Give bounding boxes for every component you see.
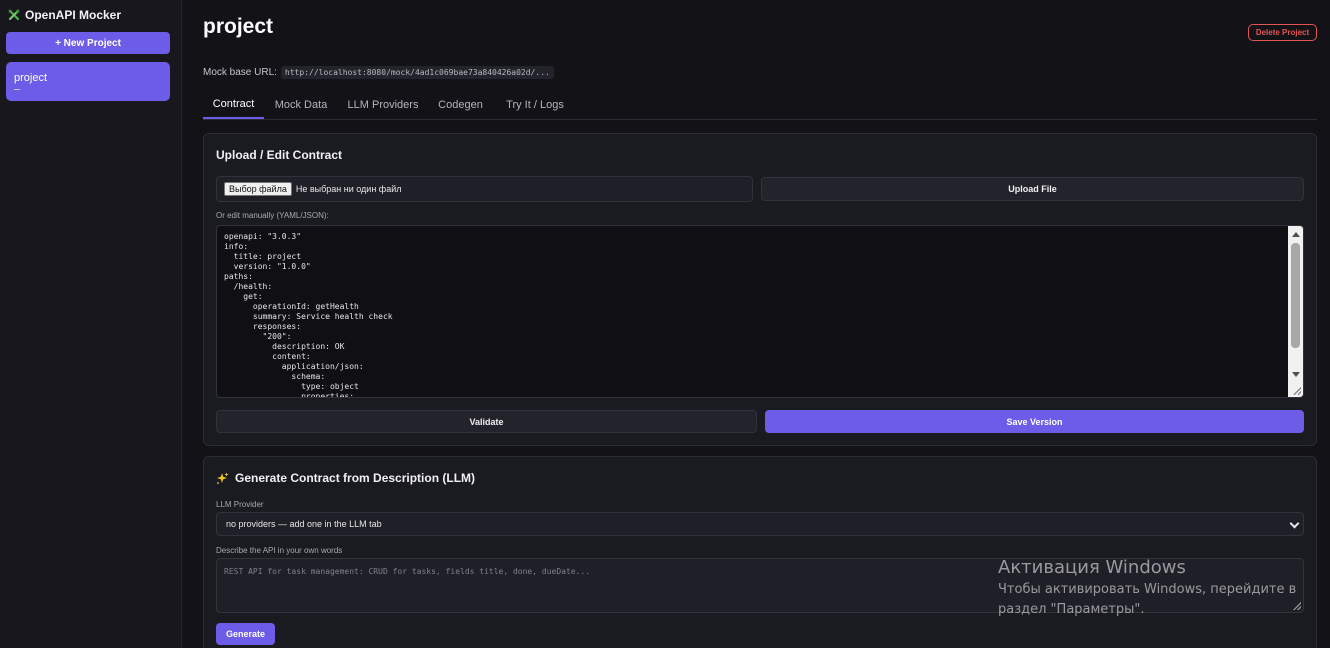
- tab-contract[interactable]: Contract: [203, 90, 264, 119]
- watermark-text: Чтобы активировать Windows, перейдите в …: [998, 582, 1297, 617]
- scroll-thumb[interactable]: [1291, 243, 1300, 348]
- brand-name: OpenAPI Mocker: [25, 8, 122, 22]
- sidebar-item-project[interactable]: project: [6, 62, 170, 101]
- contract-card: Upload / Edit Contract Выбор файла Не вы…: [203, 133, 1317, 446]
- chevron-down-icon: [1289, 518, 1300, 529]
- page-title: project: [203, 15, 274, 38]
- file-status: Не выбран ни один файл: [295, 184, 402, 194]
- editor-scrollbar[interactable]: [1288, 226, 1303, 397]
- choose-file-button[interactable]: Выбор файла: [224, 182, 292, 196]
- tools-icon: [8, 9, 20, 21]
- tab-try-it-logs[interactable]: Try It / Logs: [500, 90, 570, 119]
- windows-activation-watermark: Активация Windows Чтобы активировать Win…: [998, 557, 1308, 620]
- base-url-label: Mock base URL:: [203, 67, 277, 78]
- validate-button[interactable]: Validate: [216, 410, 757, 433]
- contract-card-title: Upload / Edit Contract: [216, 148, 342, 162]
- base-url-value[interactable]: http://localhost:8080/mock/4ad1c069bae73…: [280, 66, 554, 79]
- delete-project-button[interactable]: Delete Project: [1248, 24, 1317, 41]
- sidebar: OpenAPI Mocker + New Project project: [0, 0, 182, 648]
- scroll-down-icon[interactable]: [1292, 372, 1300, 377]
- project-meta: [14, 89, 20, 90]
- mock-base-url: Mock base URL: http://localhost:8080/moc…: [203, 66, 554, 79]
- generate-title-text: Generate Contract from Description (LLM): [235, 471, 476, 485]
- description-label: Describe the API in your own words: [216, 546, 343, 555]
- new-project-button[interactable]: + New Project: [6, 32, 170, 54]
- tab-bar: Contract Mock Data LLM Providers Codegen…: [203, 90, 1317, 120]
- watermark-title: Активация Windows: [998, 557, 1186, 578]
- llm-provider-value: no providers — add one in the LLM tab: [226, 519, 382, 529]
- llm-provider-select[interactable]: no providers — add one in the LLM tab: [216, 512, 1304, 536]
- tab-mock-data[interactable]: Mock Data: [270, 90, 332, 119]
- resize-handle-icon[interactable]: [1293, 387, 1301, 395]
- tab-codegen[interactable]: Codegen: [434, 90, 487, 119]
- sparkles-icon: [216, 472, 229, 484]
- contract-editor[interactable]: openapi: "3.0.3" info: title: project ve…: [216, 225, 1304, 398]
- tab-llm-providers[interactable]: LLM Providers: [345, 90, 421, 119]
- main-content: project Delete Project Mock base URL: ht…: [182, 0, 1330, 648]
- contract-content[interactable]: openapi: "3.0.3" info: title: project ve…: [224, 232, 393, 397]
- file-input[interactable]: Выбор файла Не выбран ни один файл: [216, 176, 753, 202]
- upload-file-button[interactable]: Upload File: [761, 177, 1304, 201]
- generate-button[interactable]: Generate: [216, 623, 275, 645]
- save-version-button[interactable]: Save Version: [765, 410, 1304, 433]
- manual-edit-label: Or edit manually (YAML/JSON):: [216, 211, 329, 220]
- contract-title-text: Upload / Edit Contract: [216, 148, 342, 162]
- generate-card-title: Generate Contract from Description (LLM): [216, 471, 475, 485]
- llm-provider-label: LLM Provider: [216, 500, 264, 509]
- api-description-placeholder: REST API for task management: CRUD for t…: [224, 567, 591, 576]
- brand: OpenAPI Mocker: [8, 8, 121, 22]
- scroll-up-icon[interactable]: [1292, 232, 1300, 237]
- project-name: project: [14, 72, 48, 84]
